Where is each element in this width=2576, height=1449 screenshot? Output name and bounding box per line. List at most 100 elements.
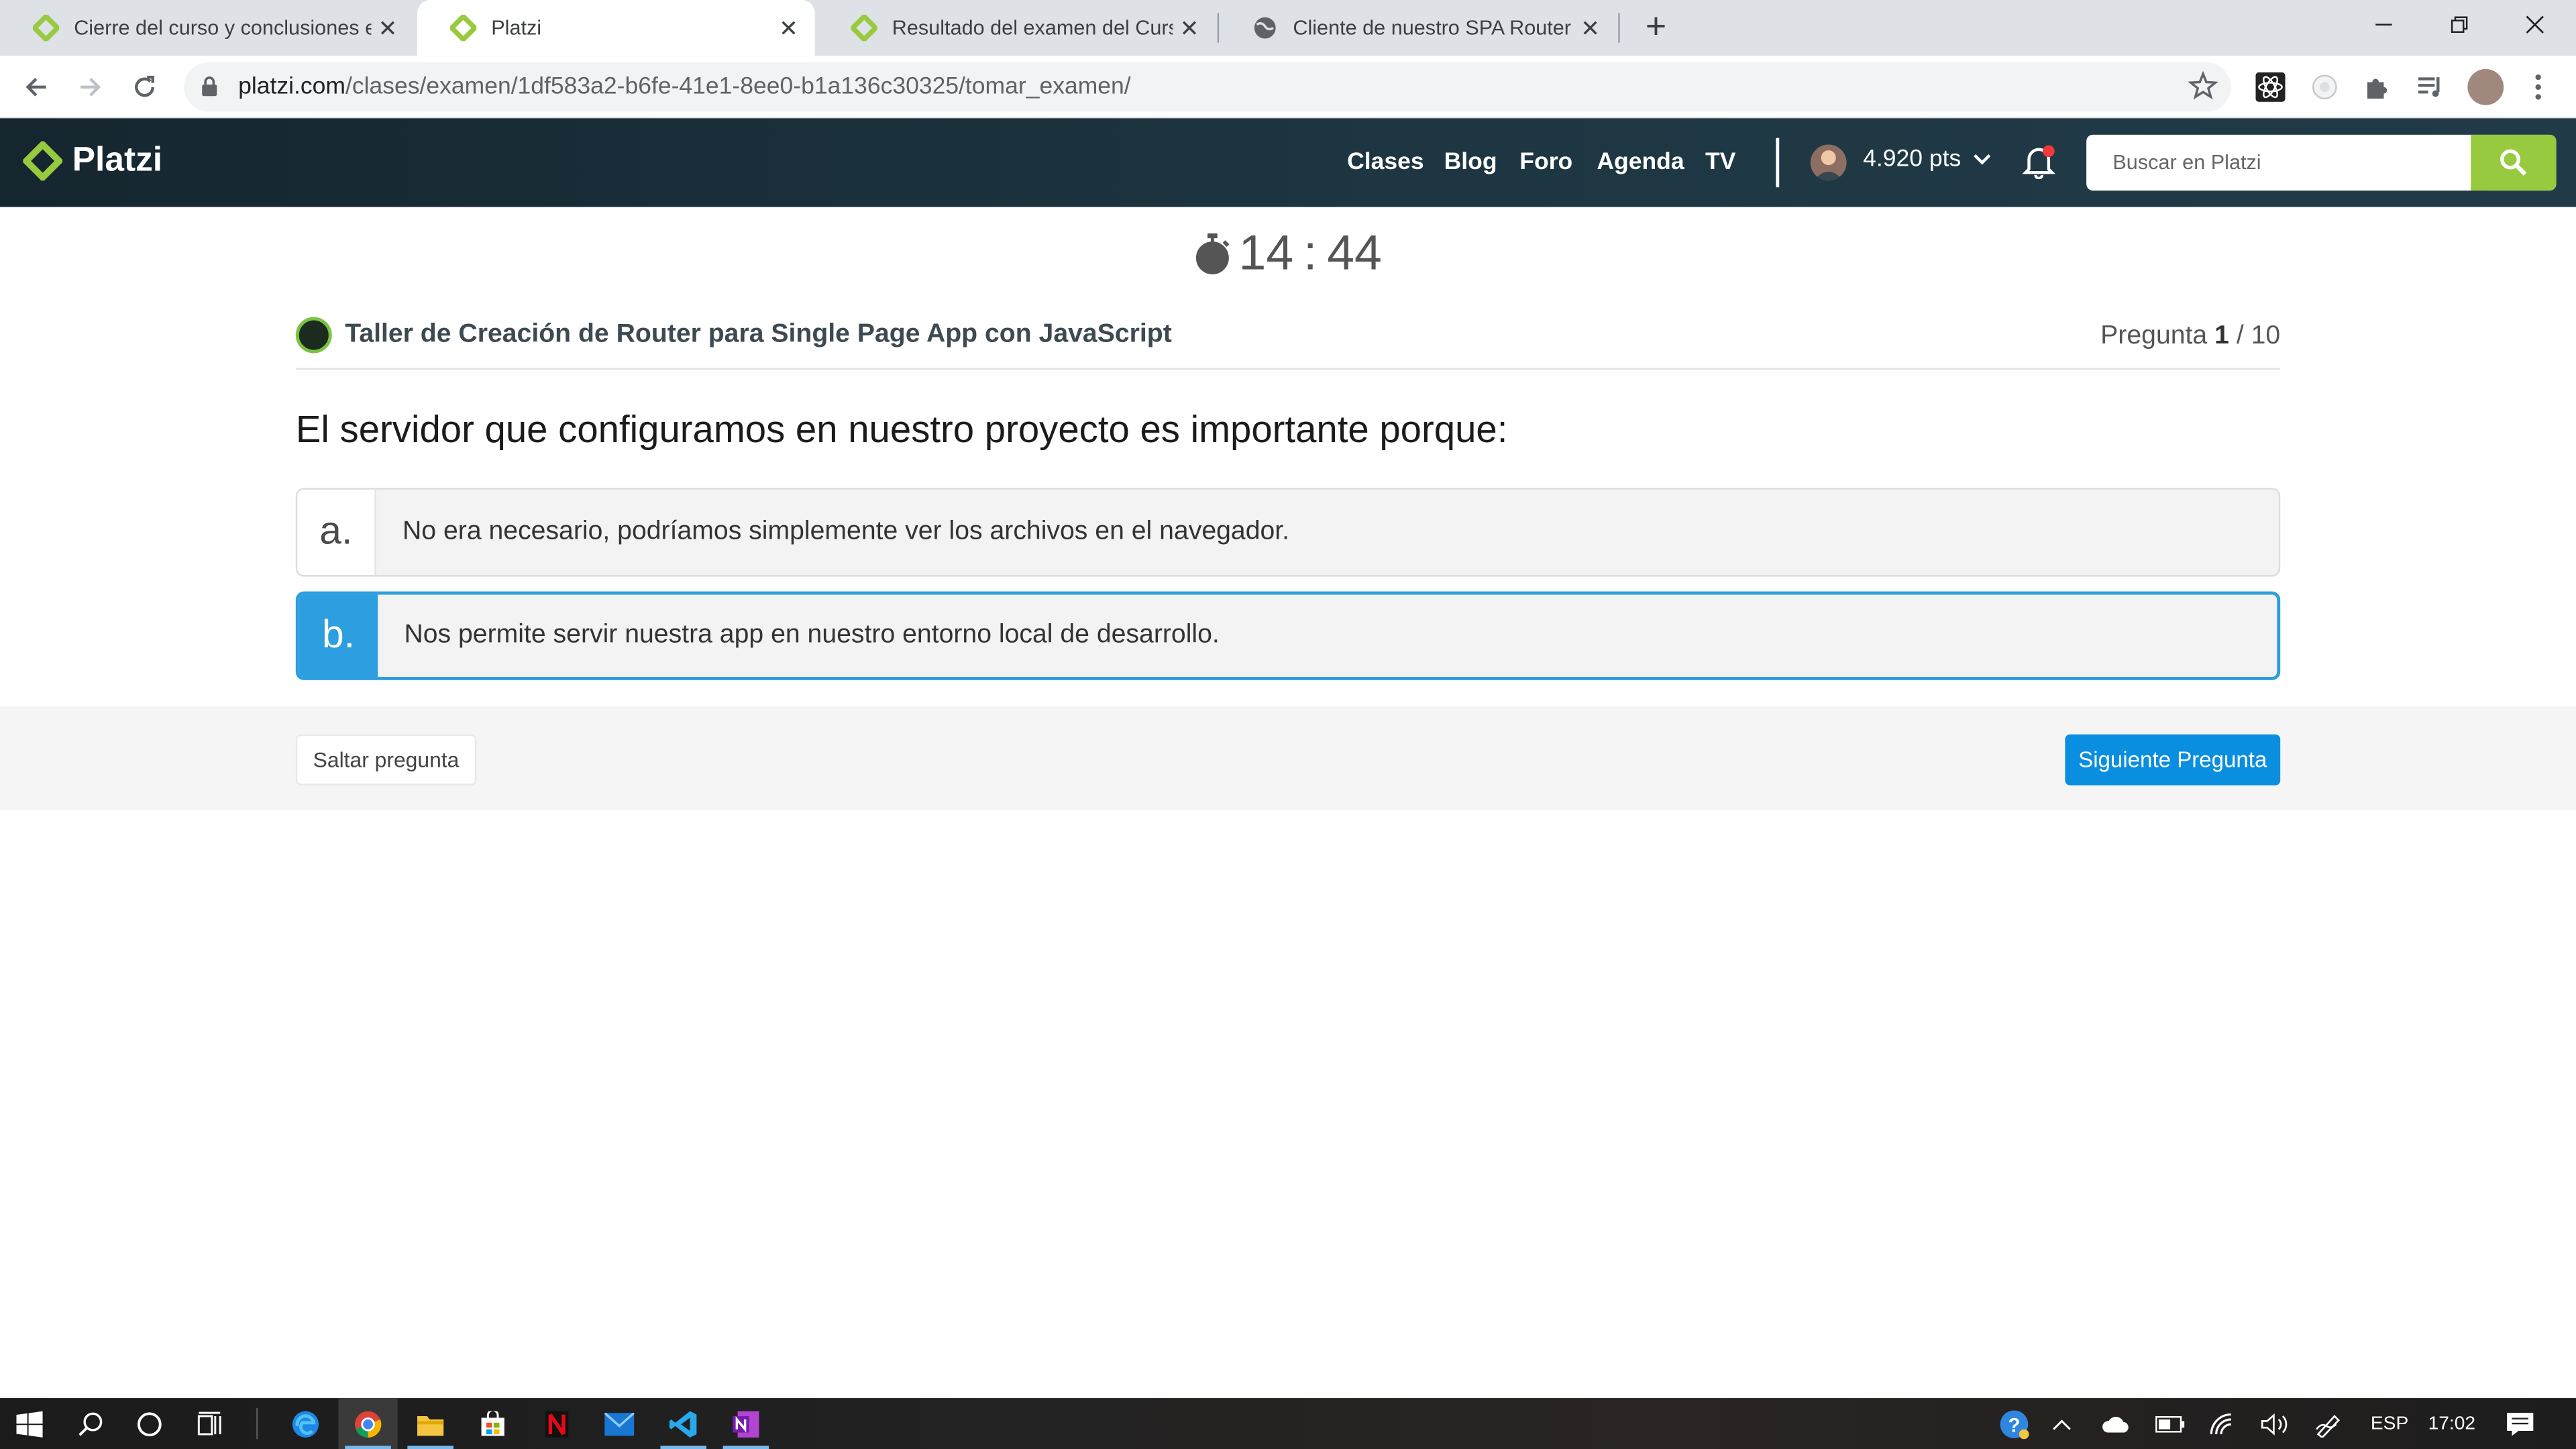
onedrive-cloud-icon[interactable] bbox=[2101, 1398, 2131, 1449]
exam-timer: 14 : 44 bbox=[1193, 227, 1382, 282]
store-icon[interactable] bbox=[464, 1398, 523, 1449]
answer-option-a[interactable]: a. No era necesario, podríamos simplemen… bbox=[295, 488, 2281, 577]
puzzle-extensions-icon[interactable] bbox=[2359, 69, 2396, 105]
back-arrow-icon[interactable] bbox=[15, 66, 58, 109]
forward-arrow-icon[interactable] bbox=[69, 66, 112, 109]
url-host: platzi.com bbox=[238, 74, 345, 101]
battery-icon[interactable] bbox=[2155, 1398, 2185, 1449]
browser-tab-2[interactable]: Platzi ✕ bbox=[417, 0, 815, 56]
onenote-icon[interactable] bbox=[716, 1398, 775, 1449]
course-name: Taller de Creación de Router para Single… bbox=[345, 320, 1172, 349]
course-heading: Taller de Creación de Router para Single… bbox=[295, 317, 1172, 354]
browser-tab-1[interactable]: Cierre del curso y conclusiones e ✕ bbox=[0, 0, 414, 56]
timer-seconds: 44 bbox=[1327, 226, 1382, 281]
restore-icon[interactable] bbox=[2422, 0, 2498, 49]
chevron-down-icon bbox=[1973, 154, 1990, 165]
chevron-up-icon[interactable] bbox=[2052, 1398, 2072, 1449]
browser-tab-strip: Cierre del curso y conclusiones e ✕ Plat… bbox=[0, 0, 2576, 56]
running-indicator bbox=[722, 1446, 769, 1449]
nav-blog[interactable]: Blog bbox=[1444, 150, 1497, 176]
nav-tv[interactable]: TV bbox=[1705, 150, 1735, 176]
close-tab-icon[interactable]: ✕ bbox=[772, 14, 805, 42]
browser-menu-icon[interactable] bbox=[2520, 69, 2557, 105]
windows-start-icon[interactable] bbox=[0, 1398, 59, 1449]
question-label: Pregunta bbox=[2100, 322, 2208, 350]
search-icon bbox=[2500, 149, 2527, 176]
lock-icon bbox=[201, 76, 219, 105]
minimize-icon[interactable] bbox=[2346, 0, 2422, 49]
reload-icon[interactable] bbox=[123, 66, 166, 109]
profile-avatar[interactable] bbox=[2467, 68, 2504, 105]
running-indicator bbox=[660, 1446, 707, 1449]
skip-question-button[interactable]: Saltar pregunta bbox=[295, 734, 477, 786]
search-button[interactable] bbox=[2471, 134, 2557, 191]
user-avatar[interactable] bbox=[1810, 144, 1847, 181]
volume-icon[interactable] bbox=[2261, 1398, 2290, 1449]
platzi-favicon-icon bbox=[450, 15, 477, 42]
file-explorer-icon[interactable] bbox=[401, 1398, 460, 1449]
divider bbox=[295, 368, 2281, 370]
url-text: platzi.com/clases/examen/1df583a2-b6fe-4… bbox=[238, 74, 1131, 100]
windows-taskbar: ? ESP 17:02 bbox=[0, 1398, 2576, 1449]
clock[interactable]: 17:02 bbox=[2428, 1398, 2475, 1449]
browser-tab-4[interactable]: Cliente de nuestro SPA Router ✕ bbox=[1219, 0, 1617, 56]
language-indicator[interactable]: ESP bbox=[2371, 1398, 2408, 1449]
question-current: 1 bbox=[2214, 322, 2229, 350]
edge-icon[interactable] bbox=[276, 1398, 335, 1449]
option-letter: b. bbox=[299, 594, 378, 677]
nav-agenda[interactable]: Agenda bbox=[1597, 150, 1684, 176]
close-window-icon[interactable] bbox=[2497, 0, 2573, 49]
globe-icon bbox=[1252, 15, 1278, 41]
notifications-bell-icon[interactable] bbox=[2021, 143, 2057, 180]
tab-title: Cliente de nuestro SPA Router bbox=[1293, 16, 1571, 40]
notifications-icon[interactable] bbox=[2506, 1398, 2535, 1449]
address-bar[interactable]: platzi.com/clases/examen/1df583a2-b6fe-4… bbox=[184, 62, 2231, 112]
browser-toolbar: platzi.com/clases/examen/1df583a2-b6fe-4… bbox=[0, 56, 2576, 119]
search-icon[interactable] bbox=[61, 1398, 120, 1449]
close-tab-icon[interactable]: ✕ bbox=[1173, 14, 1206, 42]
answer-option-b[interactable]: b. Nos permite servir nuestra app en nue… bbox=[295, 591, 2281, 680]
next-question-button[interactable]: Siguiente Pregunta bbox=[2065, 734, 2281, 786]
screen: Cierre del curso y conclusiones e ✕ Plat… bbox=[0, 0, 2576, 1449]
netflix-icon[interactable] bbox=[527, 1398, 586, 1449]
bookmark-star-icon[interactable] bbox=[2188, 70, 2219, 108]
option-text: Nos permite servir nuestra app en nuestr… bbox=[404, 621, 1220, 649]
tab-title: Resultado del examen del Curso bbox=[892, 16, 1173, 40]
question-total: / 10 bbox=[2236, 322, 2281, 350]
search-input[interactable] bbox=[2086, 134, 2471, 191]
user-points-menu[interactable]: 4.920 pts bbox=[1863, 146, 1990, 172]
svg-text:?: ? bbox=[2008, 1413, 2020, 1436]
platzi-header: Platzi Clases Blog Foro Agenda TV 4.920 … bbox=[0, 118, 2576, 207]
tab-title: Cierre del curso y conclusiones e bbox=[74, 16, 372, 40]
course-badge-icon bbox=[295, 317, 332, 354]
new-tab-button[interactable]: + bbox=[1636, 6, 1676, 46]
pen-workspace-icon[interactable] bbox=[2315, 1398, 2345, 1449]
timer-minutes: 14 bbox=[1238, 226, 1294, 281]
running-indicator bbox=[407, 1446, 453, 1449]
help-icon[interactable]: ? bbox=[1998, 1398, 2031, 1449]
mail-icon[interactable] bbox=[590, 1398, 649, 1449]
option-letter: a. bbox=[297, 489, 376, 576]
platzi-logo[interactable]: Platzi bbox=[23, 141, 162, 181]
chrome-icon[interactable] bbox=[338, 1398, 398, 1449]
platzi-logo-icon bbox=[23, 141, 63, 181]
question-text: El servidor que configuramos en nuestro … bbox=[295, 407, 1508, 451]
wifi-icon[interactable] bbox=[2210, 1398, 2236, 1449]
stopwatch-icon bbox=[1195, 233, 1230, 274]
platzi-favicon-icon bbox=[32, 15, 60, 42]
nav-foro[interactable]: Foro bbox=[1519, 150, 1572, 176]
nav-clases[interactable]: Clases bbox=[1347, 150, 1424, 176]
close-tab-icon[interactable]: ✕ bbox=[371, 14, 404, 42]
vscode-icon[interactable] bbox=[654, 1398, 713, 1449]
task-view-icon[interactable] bbox=[180, 1398, 239, 1449]
extension-icon[interactable] bbox=[2306, 69, 2343, 105]
question-counter: Pregunta 1 / 10 bbox=[2100, 322, 2280, 352]
browser-tab-3[interactable]: Resultado del examen del Curso ✕ bbox=[818, 0, 1216, 56]
react-devtools-extension-icon[interactable] bbox=[2253, 69, 2289, 105]
cortana-icon[interactable] bbox=[120, 1398, 179, 1449]
timer-separator: : bbox=[1303, 226, 1318, 281]
option-text: No era necesario, podríamos simplemente … bbox=[402, 517, 1290, 546]
close-tab-icon[interactable]: ✕ bbox=[1574, 14, 1607, 42]
user-points: 4.920 pts bbox=[1863, 146, 1962, 173]
media-control-icon[interactable] bbox=[2412, 69, 2448, 105]
